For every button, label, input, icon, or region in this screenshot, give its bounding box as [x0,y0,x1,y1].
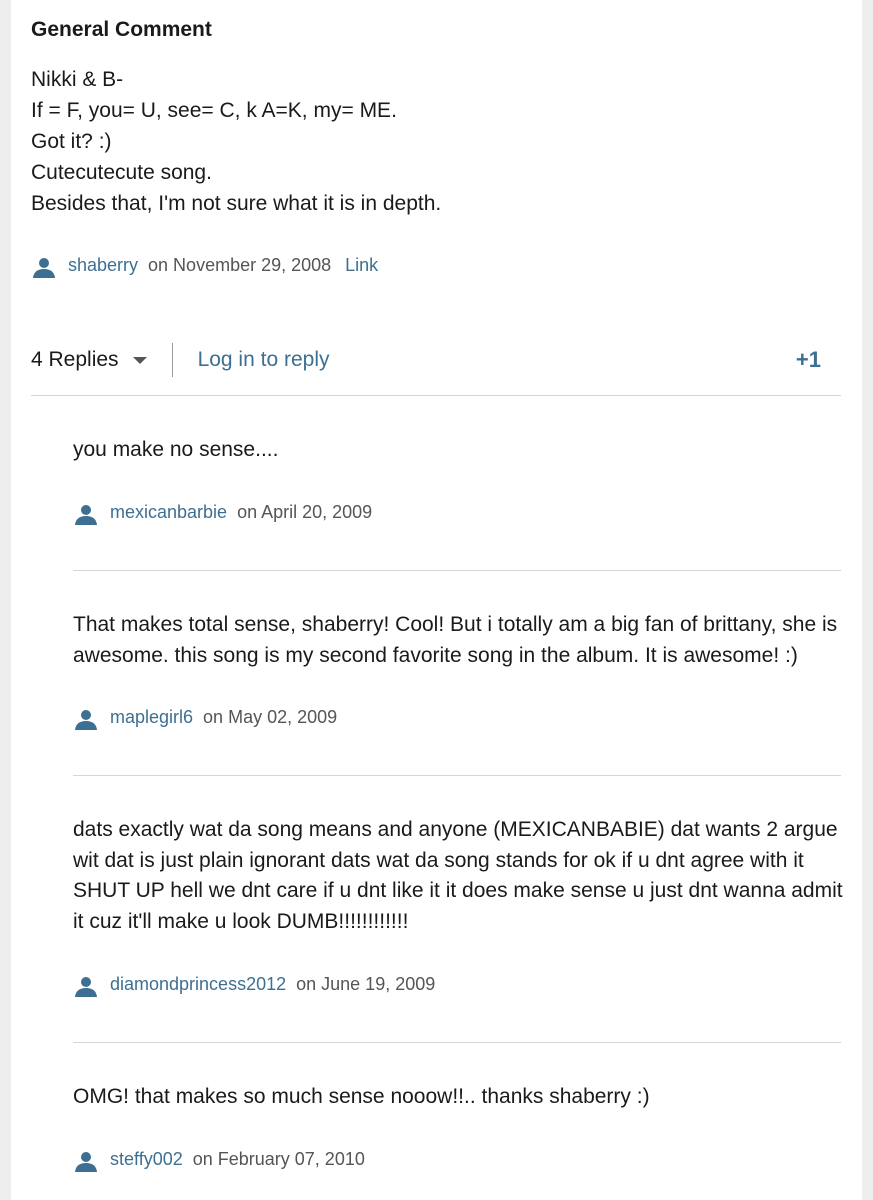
user-silhouette-icon [75,1152,97,1172]
reply-text: OMG! that makes so much sense nooow!!.. … [73,1085,650,1108]
login-to-reply-link[interactable]: Log in to reply [198,348,330,372]
reply-date: on May 02, 2009 [203,706,338,727]
divider [73,1042,841,1043]
reply-date: on June 19, 2009 [296,973,436,994]
replies-count-label: 4 Replies [31,348,119,371]
user-silhouette-icon [75,710,97,730]
comment-header: General Comment [31,18,212,41]
reply-username[interactable]: maplegirl6 [110,707,193,728]
divider [171,343,173,377]
reply-text: That makes total sense, shaberry! Cool! … [73,613,838,667]
reply-meta: diamondprincess2012 on June 19, 2009 [74,973,449,997]
reply-text: you make no sense.... [73,438,279,461]
reply-meta: steffy002 on February 07, 2010 [74,1148,379,1172]
upvote-button[interactable]: +1 [796,347,821,373]
comment-permalink[interactable]: Link [345,255,378,276]
reply-meta: maplegirl6 on May 02, 2009 [74,706,351,730]
replies-toggle-button[interactable]: 4 Replies [31,348,147,372]
comment-body: Nikki & B- If = F, you= U, see= C, k A=K… [31,64,831,219]
reply-text: dats exactly wat da song means and anyon… [73,818,843,933]
comment-meta: shaberry on November 29, 2008 Link [32,254,378,278]
reply-date: on February 07, 2010 [192,1148,365,1169]
user-silhouette-icon [33,258,55,278]
user-silhouette-icon [75,505,97,525]
comment-card: General Comment Nikki & B- If = F, you= … [11,0,862,1200]
reply-meta: mexicanbarbie on April 20, 2009 [74,501,386,525]
reply-date: on April 20, 2009 [237,501,373,522]
comment-date: on November 29, 2008 [148,254,332,275]
divider [31,395,841,396]
comment-line: Got it? :) [31,130,112,153]
comment-line: If = F, you= U, see= C, k A=K, my= ME. [31,99,397,122]
comment-line: Besides that, I'm not sure what it is in… [31,192,442,215]
comment-username[interactable]: shaberry [68,255,138,276]
reply-username[interactable]: diamondprincess2012 [110,974,286,995]
user-silhouette-icon [75,977,97,997]
divider [73,570,841,571]
comment-line: Nikki & B- [31,68,124,91]
comment-line: Cutecutecute song. [31,161,212,184]
comment-actions: 4 Replies Log in to reply +1 [31,340,831,380]
divider [73,775,841,776]
reply-username[interactable]: steffy002 [110,1149,183,1170]
reply-username[interactable]: mexicanbarbie [110,502,227,523]
caret-down-icon [132,356,147,364]
